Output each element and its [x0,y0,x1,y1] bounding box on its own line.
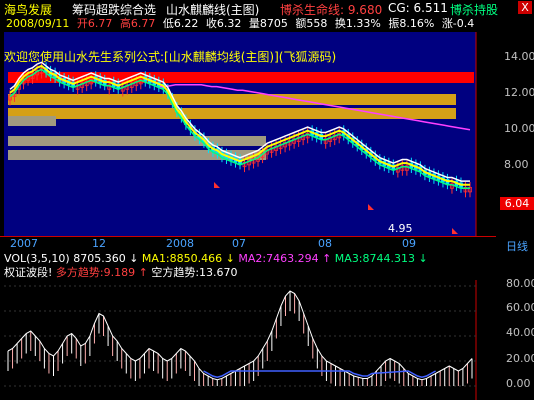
date-07: 07 [232,237,246,250]
hold-label: 博杀持股 [450,3,499,17]
current-price-tag: 6.04 [500,197,534,210]
title-bar: 海鸟发展 筹码超跌综合选 山水麒麟线(主图) 博杀生命线: 9.680 CG: … [0,0,534,18]
formula-menu[interactable]: 筹码超跌综合选 [72,1,156,18]
date-2007: 2007 [10,237,38,250]
oscillator-chart[interactable] [0,280,534,400]
osc-tick-20: 20.00 [506,352,534,365]
price-tick-14: 14.00 [504,50,534,63]
vol-ma3: MA3:8744.313 [334,252,416,265]
stock-name[interactable]: 海鸟发展 [4,1,52,18]
osc-line [7,290,473,381]
vol-value: 8705.360 [73,252,126,265]
osc-blue-line [203,370,436,379]
gray-band-upper [8,136,266,146]
date-09: 09 [402,237,416,250]
date-2008: 2008 [166,237,194,250]
price-tick-12: 12.00 [504,86,534,99]
ohlc-amount: 额558 [295,17,328,30]
period-button[interactable]: 日线 [506,238,528,254]
date-08: 08 [318,237,332,250]
gold-band-upper [8,94,456,105]
price-tick-10: 10.00 [504,122,534,135]
bear-trend: 空方趋势:13.670 [151,266,238,279]
price-tick-8: 8.00 [504,158,529,171]
main-chart-menu[interactable]: 山水麒麟线(主图) [166,1,259,18]
date-axis: 2007 12 2008 07 08 09 [0,236,496,251]
ohlc-date: 2008/09/11 [6,17,70,30]
close-icon[interactable]: X [518,1,532,14]
cg-value: CG: 6.511 [388,1,448,15]
bull-trend: 多方趋势:9.189 [55,266,136,279]
welcome-banner: 欢迎您使用山水先生系列公式:[山水麒麟均线(主图)](飞狐源码) [4,50,337,64]
ohlc-close: 收6.32 [205,17,242,30]
vol-label: VOL(3,5,10) [4,252,70,265]
ohlc-rise: 涨-0.4 [441,17,475,30]
ohlc-turnover: 换1.33% [334,17,381,30]
ohlc-high: 高6.77 [119,17,156,30]
vol-ma1: MA1:8850.466 [141,252,223,265]
life-line-value: 博杀生命线: 9.680 [280,3,383,17]
gray-block [8,116,56,126]
ohlc-row: 2008/09/11 开6.77 高6.77 低6.22 收6.32 量8705… [6,17,478,31]
ohlc-volume: 量8705 [248,17,288,30]
osc-tick-0: 0.00 [506,377,531,390]
vol-ma2: MA2:7463.294 [238,252,319,265]
osc-tick-60: 60.00 [506,301,534,314]
ohlc-low: 低6.22 [162,17,199,30]
signal-label: 权证波段! [4,266,53,279]
osc-tick-80: 80.00 [506,277,534,290]
signal-row: 权证波段! 多方趋势:9.189 ↑ 空方趋势:13.670 [4,266,238,279]
volume-row: VOL(3,5,10) 8705.360 ↓ MA1:8850.466 ↓ MA… [4,252,428,265]
gold-band-lower [8,108,456,119]
ohlc-open: 开6.77 [76,17,113,30]
date-12: 12 [92,237,106,250]
low-price-marker: 4.95 [388,222,413,235]
ohlc-amplitude: 振8.16% [388,17,435,30]
osc-tick-40: 40.00 [506,326,534,339]
